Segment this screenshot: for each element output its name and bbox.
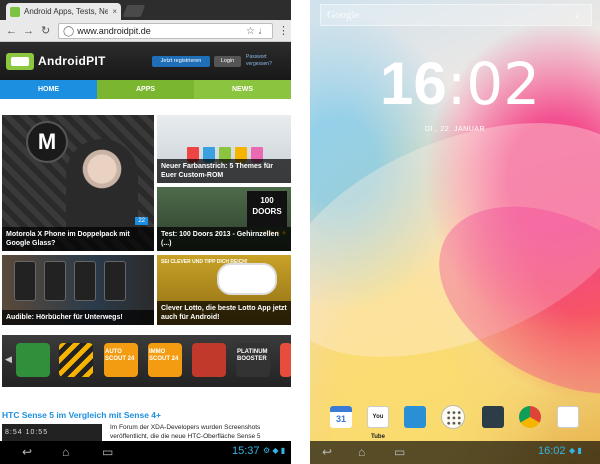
androidpit-favicon — [10, 6, 20, 17]
app-icon-immoscout[interactable]: IMMO SCOUT 24 — [148, 343, 182, 377]
address-bar[interactable]: ◯ www.androidpit.de ☆ ♩ — [58, 23, 273, 39]
back-icon[interactable]: ↩ — [322, 444, 332, 460]
nav-home[interactable]: HOME — [0, 80, 97, 99]
nav-apps[interactable]: APPS — [97, 80, 194, 99]
tile-caption[interactable]: Audible: Hörbücher für Unterwegs! — [2, 310, 154, 325]
system-nav-bar: ↩ ⌂ ▭ 15:37 ⚙ ◆ ▮ — [0, 441, 291, 464]
home-icon[interactable]: ⌂ — [358, 444, 365, 460]
tile-caption[interactable]: Neuer Farbanstrich: 5 Themes für Euer Cu… — [157, 159, 291, 183]
androidpit-logo-icon[interactable] — [6, 53, 34, 70]
browser-tab-bar: Android Apps, Tests, News × — [0, 0, 291, 20]
youtube-icon[interactable]: You Tube — [367, 406, 389, 440]
article-title[interactable]: HTC Sense 5 im Vergleich mit Sense 4+ — [2, 410, 161, 420]
star-icon[interactable]: ☆ — [246, 26, 255, 37]
carousel-left-arrow-icon[interactable]: ◀ — [5, 354, 12, 365]
status-clock: 15:37 — [232, 445, 260, 457]
register-button[interactable]: Jetzt registrieren — [152, 56, 210, 67]
calendar-icon[interactable]: 31 — [330, 406, 352, 428]
system-nav-bar: ↩ ⌂ ▭ 16:02 ◆ ▮ — [310, 441, 600, 464]
article-thumbnail[interactable]: 8:54 10:55 — [2, 424, 102, 441]
home-screen-screenshot: Google ♩ 16:02 DI., 22. JANUAR 31 You Tu… — [310, 0, 600, 464]
site-content: M 22 Motorola X Phone im Doppelpack mit … — [0, 99, 291, 441]
screen-comparison: Android Apps, Tests, News × ← → ↻ ◯ www.… — [0, 0, 600, 464]
google-search-bar[interactable]: Google ♩ — [320, 4, 592, 26]
login-button[interactable]: Login — [214, 56, 241, 67]
home-dock: 31 You Tube — [310, 398, 600, 440]
google-search-label[interactable]: Google — [327, 9, 575, 21]
recents-icon[interactable]: ▭ — [102, 444, 113, 460]
game-title-badge: 100 DOORS — [247, 191, 287, 227]
forward-arrow-icon[interactable]: → — [23, 24, 34, 38]
address-url[interactable]: www.androidpit.de — [77, 26, 243, 36]
app-icon-booster[interactable]: PLATINUM BOOSTER — [236, 343, 270, 377]
chrome-icon[interactable] — [519, 406, 541, 428]
phone-image — [44, 261, 66, 301]
browser-toolbar: ← → ↻ ◯ www.androidpit.de ☆ ♩ ⋮ — [0, 20, 291, 42]
app-carousel: ◀ AUTO SCOUT 24 IMMO SCOUT 24 PLATINUM B… — [2, 335, 291, 387]
overflow-menu-icon[interactable]: ⋮ — [278, 24, 289, 37]
clock-date: DI., 22. JANUAR — [424, 126, 485, 133]
browser-tab[interactable]: Android Apps, Tests, News × — [6, 3, 121, 20]
site-logo-text[interactable]: AndroidPIT — [38, 54, 106, 68]
back-icon[interactable]: ↩ — [22, 444, 32, 460]
article-tile-clever-lotto[interactable]: SEI CLEVER UND TIPP DICH REICH! Clever L… — [157, 255, 291, 325]
site-nav: HOME APPS NEWS — [0, 80, 291, 99]
settings-icon[interactable] — [482, 406, 504, 428]
clock-separator: : — [446, 50, 467, 118]
phone-image — [104, 261, 126, 301]
tab-close-icon[interactable]: × — [112, 7, 117, 16]
recents-icon[interactable]: ▭ — [394, 444, 405, 460]
comment-count-badge: 22 — [135, 217, 148, 225]
clock-hours: 16 — [380, 50, 447, 117]
grid-dots — [446, 410, 462, 426]
app-icon-red[interactable] — [192, 343, 226, 377]
tile-caption[interactable]: Motorola X Phone im Doppelpack mit Googl… — [2, 227, 154, 251]
mic-icon[interactable]: ♩ — [258, 26, 268, 37]
reload-icon[interactable]: ↻ — [41, 24, 50, 38]
home-icon[interactable]: ⌂ — [62, 444, 69, 460]
tab-title: Android Apps, Tests, News — [24, 7, 109, 16]
clock-minutes: 02 — [466, 50, 541, 118]
phone-image — [217, 263, 277, 295]
app-icon-crocodile[interactable] — [16, 343, 50, 377]
app-icon-wifi[interactable] — [59, 343, 93, 377]
article-tile-motorola[interactable]: M 22 Motorola X Phone im Doppelpack mit … — [2, 115, 154, 251]
forgot-password-link[interactable]: Passwort vergessen? — [246, 54, 286, 68]
app-icon-partial[interactable] — [280, 343, 291, 377]
person-with-glass-image — [66, 139, 138, 239]
site-header: AndroidPIT Jetzt registrieren Login Pass… — [0, 42, 291, 80]
status-icons: ⚙ ◆ ▮ — [263, 446, 286, 455]
status-icons: ◆ ▮ — [569, 446, 582, 455]
motorola-logo-icon: M — [26, 121, 68, 163]
globe-icon: ◯ — [63, 25, 75, 37]
contacts-icon[interactable] — [404, 406, 426, 428]
phone-image — [74, 261, 96, 301]
status-clock: 16:02 — [538, 445, 566, 457]
app-icon-autoscout[interactable]: AUTO SCOUT 24 — [104, 343, 138, 377]
new-tab-button[interactable] — [122, 5, 146, 17]
phone-image — [14, 261, 36, 301]
all-apps-icon[interactable] — [441, 405, 465, 429]
article-excerpt: Im Forum der XDA-Developers wurden Scree… — [110, 424, 261, 440]
back-arrow-icon[interactable]: ← — [6, 24, 17, 38]
article-tile-100-doors[interactable]: 100 DOORS ★★★★ Test: 100 Doors 2013 - Ge… — [157, 187, 291, 251]
play-store-icon[interactable] — [557, 406, 579, 428]
nav-news[interactable]: NEWS — [194, 80, 291, 99]
article-tile-audible[interactable]: Audible: Hörbücher für Unterwegs! — [2, 255, 154, 325]
voice-search-icon[interactable]: ♩ — [575, 10, 585, 21]
tile-caption[interactable]: Clever Lotto, die beste Lotto App jetzt … — [157, 301, 291, 325]
clock-widget[interactable]: 16:02 — [380, 50, 541, 118]
tile-caption[interactable]: Test: 100 Doors 2013 - Gehirnzellen (...… — [157, 227, 291, 251]
article-tile-themes[interactable]: Neuer Farbanstrich: 5 Themes für Euer Cu… — [157, 115, 291, 183]
browser-screenshot: Android Apps, Tests, News × ← → ↻ ◯ www.… — [0, 0, 291, 464]
